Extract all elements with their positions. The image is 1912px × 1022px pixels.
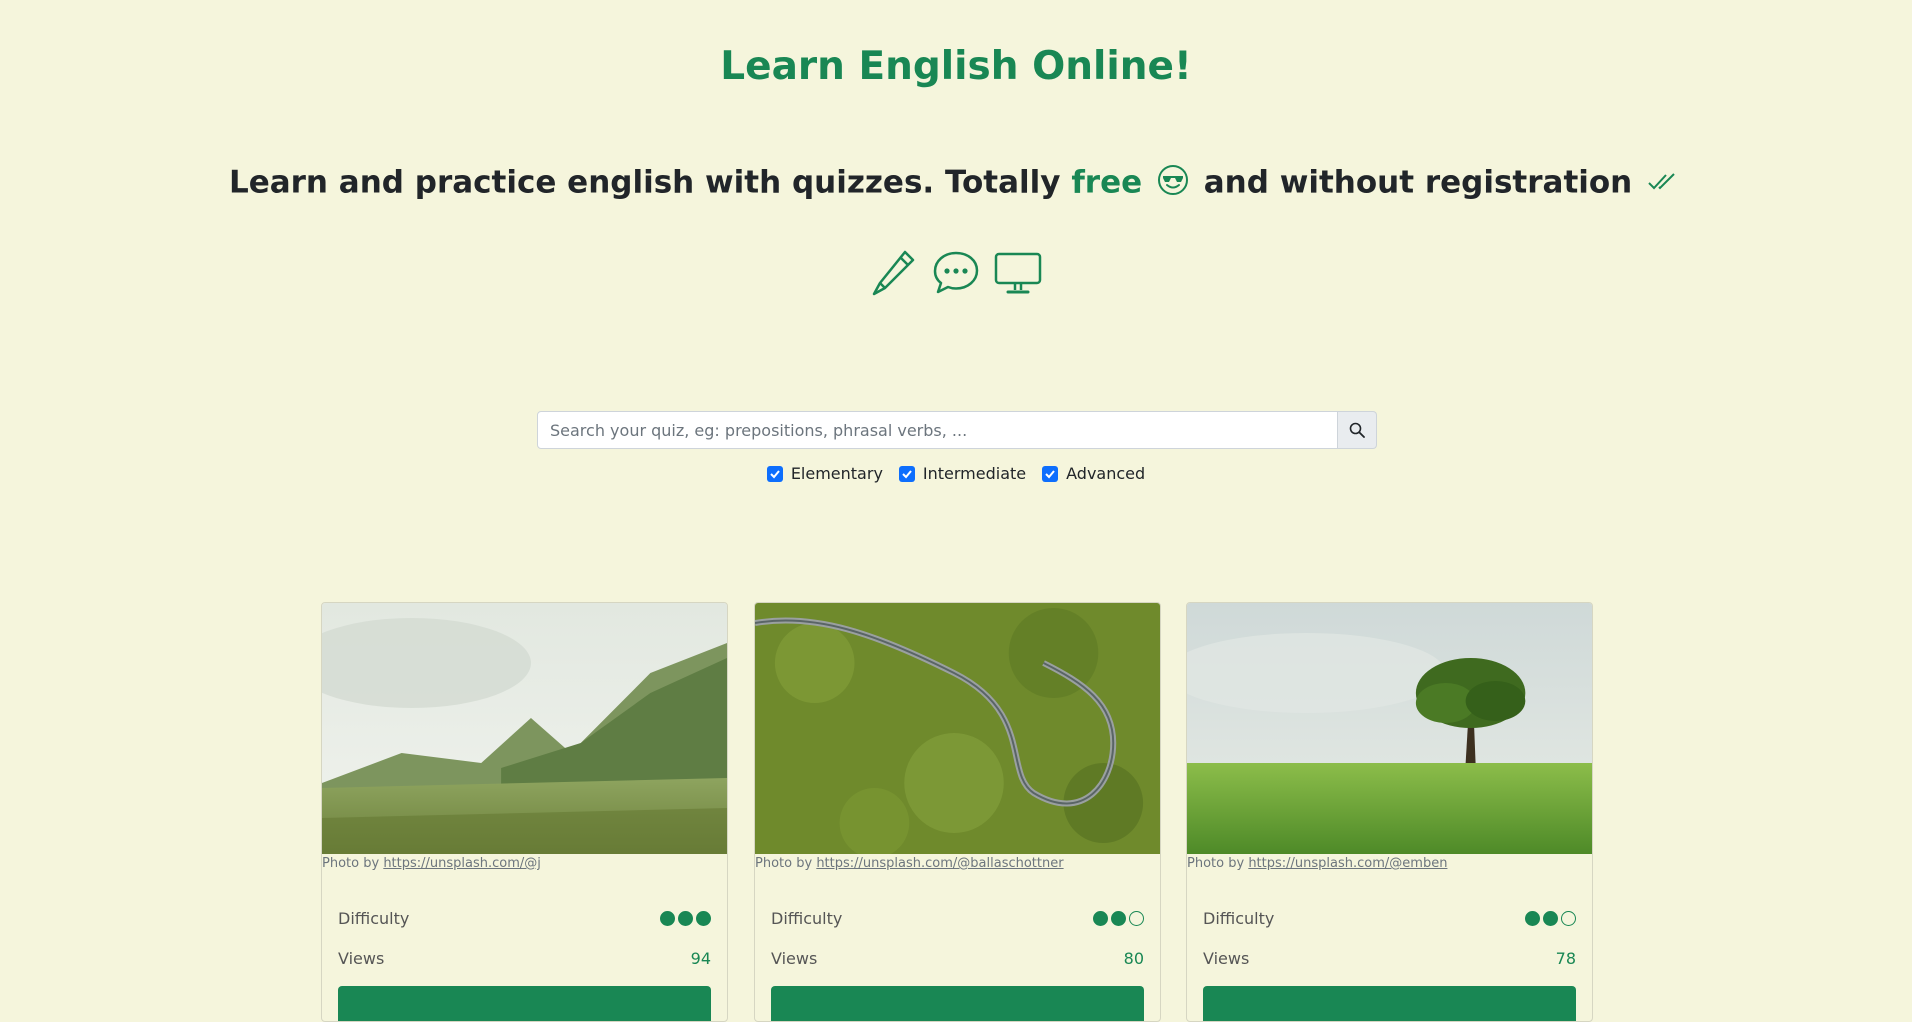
level-filters: Elementary Intermediate Advanced [0, 464, 1912, 483]
difficulty-label: Difficulty [338, 908, 410, 928]
photo-credit-link[interactable]: https://unsplash.com/@emben [1248, 856, 1447, 871]
difficulty-row: Difficulty [338, 898, 711, 938]
difficulty-dot-icon [1093, 910, 1108, 926]
photo-credit-prefix: Photo by [1187, 856, 1245, 871]
start-quiz-button[interactable] [771, 986, 1144, 1021]
card-body: Difficulty Views 80 [755, 876, 1160, 1021]
photo-credit: Photo by https://unsplash.com/@j [322, 856, 727, 876]
tagline-text: Learn and practice english with quizzes.… [228, 164, 1061, 201]
smiling-face-with-sunglasses-icon [1157, 164, 1189, 204]
search-icon [1349, 422, 1365, 438]
views-count: 94 [690, 948, 711, 968]
photo-credit-link[interactable]: https://unsplash.com/@j [383, 856, 541, 871]
search-input[interactable] [537, 411, 1338, 449]
filter-label: Advanced [1066, 464, 1146, 483]
double-check-icon [1647, 166, 1679, 202]
views-count: 80 [1123, 948, 1144, 968]
feature-icons [0, 248, 1912, 298]
intermediate-checkbox[interactable] [898, 465, 915, 482]
tree-meadow-photo [1187, 603, 1592, 854]
difficulty-dot-icon [696, 910, 711, 926]
filter-elementary[interactable]: Elementary [766, 464, 883, 483]
difficulty-dot-icon [660, 910, 675, 926]
views-row: Views 80 [771, 938, 1144, 978]
site-title: Learn English Online! [720, 44, 1192, 89]
difficulty-dot-icon [1111, 910, 1126, 926]
tagline-free: free [1071, 164, 1143, 201]
tagline: Learn and practice english with quizzes.… [0, 164, 1912, 204]
elementary-checkbox[interactable] [766, 465, 783, 482]
filter-advanced[interactable]: Advanced [1042, 464, 1145, 483]
filter-intermediate[interactable]: Intermediate [898, 464, 1027, 483]
card-body: Difficulty Views 94 [322, 876, 727, 1021]
difficulty-dot-icon [1561, 910, 1576, 926]
chat-icon [933, 251, 979, 294]
tagline-text-end: and without registration [1203, 164, 1633, 201]
difficulty-row: Difficulty [1203, 898, 1576, 938]
views-label: Views [771, 948, 818, 968]
advanced-checkbox[interactable] [1042, 465, 1059, 482]
views-row: Views 78 [1203, 938, 1576, 978]
photo-credit-prefix: Photo by [755, 856, 813, 871]
difficulty-dot-icon [1129, 910, 1144, 926]
card-body: Difficulty Views 78 [1187, 876, 1592, 1021]
start-quiz-button[interactable] [1203, 986, 1576, 1021]
difficulty-label: Difficulty [771, 908, 843, 928]
quiz-card[interactable]: Photo by https://unsplash.com/@emben Dif… [1186, 602, 1593, 1022]
search-button[interactable] [1338, 411, 1377, 449]
quiz-card[interactable]: Photo by https://unsplash.com/@j Difficu… [321, 602, 728, 1022]
quiz-card[interactable]: Photo by https://unsplash.com/@ballascho… [754, 602, 1161, 1022]
difficulty-rating [1525, 910, 1576, 926]
photo-credit-link[interactable]: https://unsplash.com/@ballaschottner [816, 856, 1063, 871]
start-quiz-button[interactable] [338, 986, 711, 1021]
difficulty-rating [660, 910, 711, 926]
difficulty-label: Difficulty [1203, 908, 1275, 928]
difficulty-dot-icon [1543, 910, 1558, 926]
photo-credit: Photo by https://unsplash.com/@emben [1187, 856, 1592, 876]
photo-credit: Photo by https://unsplash.com/@ballascho… [755, 856, 1160, 876]
views-label: Views [1203, 948, 1250, 968]
mountain-landscape-photo [322, 603, 727, 854]
views-count: 78 [1555, 948, 1576, 968]
pencil-icon [872, 250, 915, 296]
filter-label: Elementary [790, 464, 883, 483]
photo-credit-prefix: Photo by [322, 856, 380, 871]
views-row: Views 94 [338, 938, 711, 978]
forest-road-photo [755, 603, 1160, 854]
monitor-icon [994, 252, 1042, 294]
difficulty-dot-icon [1525, 910, 1540, 926]
filter-label: Intermediate [922, 464, 1027, 483]
views-label: Views [338, 948, 385, 968]
search-bar [537, 411, 1377, 449]
difficulty-dot-icon [678, 910, 693, 926]
difficulty-row: Difficulty [771, 898, 1144, 938]
difficulty-rating [1093, 910, 1144, 926]
